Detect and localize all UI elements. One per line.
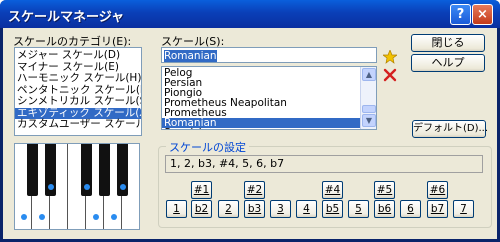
interval-button[interactable]: b5 xyxy=(322,200,343,218)
category-list[interactable]: メジャー スケール(D) マイナー スケール(E) ハーモニック スケール(H) ペン… xyxy=(14,47,142,136)
scale-edit-value: Romanian xyxy=(164,50,217,62)
category-item[interactable]: ハーモニック スケール(H) xyxy=(15,72,141,85)
scale-note-dot xyxy=(21,214,27,220)
title-bar[interactable]: スケールマネージャ ? × xyxy=(0,0,500,28)
scale-list-item[interactable]: Spanish xyxy=(162,128,360,129)
close-icon[interactable]: × xyxy=(472,4,493,25)
interval-button[interactable]: b2 xyxy=(191,200,212,218)
interval-button[interactable]: b3 xyxy=(244,200,265,218)
category-item[interactable]: メジャー スケール(D) xyxy=(15,49,141,62)
interval-button-sharp[interactable]: #2 xyxy=(244,181,265,199)
scale-note-dot xyxy=(120,184,126,190)
close-button[interactable]: 閉じる xyxy=(411,34,485,52)
scale-manager-window: スケールマネージャ ? × スケールのカテゴリ(E): メジャー スケール(D)… xyxy=(0,0,500,242)
scale-edit[interactable]: Romanian xyxy=(161,47,377,63)
interval-button[interactable]: 1 xyxy=(166,200,187,218)
interval-button[interactable]: b7 xyxy=(427,200,448,218)
interval-button-sharp[interactable]: #1 xyxy=(191,181,212,199)
scroll-down-icon[interactable]: ▼ xyxy=(362,114,376,127)
help-question-icon[interactable]: ? xyxy=(450,4,471,25)
category-item[interactable]: シンメトリカル スケール(S) xyxy=(15,95,141,108)
scale-note-dot xyxy=(39,214,45,220)
scale-note-dot xyxy=(93,214,99,220)
scale-note-dot xyxy=(111,214,117,220)
scale-note-dot xyxy=(84,184,90,190)
scroll-thumb[interactable] xyxy=(362,105,376,113)
interval-button-sharp[interactable]: #6 xyxy=(427,181,448,199)
piano-keyboard[interactable] xyxy=(14,143,140,230)
category-item[interactable]: カスタムユーザー スケール(U) xyxy=(15,118,141,131)
interval-button-sharp[interactable]: #5 xyxy=(374,181,395,199)
interval-button[interactable]: 4 xyxy=(296,200,317,218)
black-key[interactable] xyxy=(99,144,110,196)
default-button[interactable]: デフォルト(D)... xyxy=(412,120,488,138)
scale-settings-label: スケールの設定 xyxy=(166,139,249,155)
black-key[interactable] xyxy=(27,144,38,196)
scroll-up-icon[interactable]: ▲ xyxy=(362,68,376,81)
window-title: スケールマネージャ xyxy=(8,10,125,25)
interval-button[interactable]: 7 xyxy=(453,200,474,218)
delete-x-icon[interactable] xyxy=(383,68,397,82)
interval-button[interactable]: 5 xyxy=(348,200,369,218)
interval-button-sharp[interactable]: #4 xyxy=(322,181,343,199)
interval-button[interactable]: 3 xyxy=(270,200,291,218)
interval-button[interactable]: 2 xyxy=(218,200,239,218)
scale-formula-value: 1, 2, b3, #4, 5, 6, b7 xyxy=(170,157,285,170)
scale-list-scrollbar[interactable]: ▲ ▼ xyxy=(360,67,376,129)
scale-list[interactable]: Pelog Persian Piongio Prometheus Neapolitan… xyxy=(161,66,377,130)
interval-button[interactable]: 6 xyxy=(400,200,421,218)
scale-formula-field: 1, 2, b3, #4, 5, 6, b7 xyxy=(165,155,483,173)
interval-button[interactable]: b6 xyxy=(374,200,395,218)
star-add-icon[interactable] xyxy=(381,49,399,64)
scale-note-dot xyxy=(48,184,54,190)
help-button[interactable]: ヘルプ xyxy=(411,54,485,72)
